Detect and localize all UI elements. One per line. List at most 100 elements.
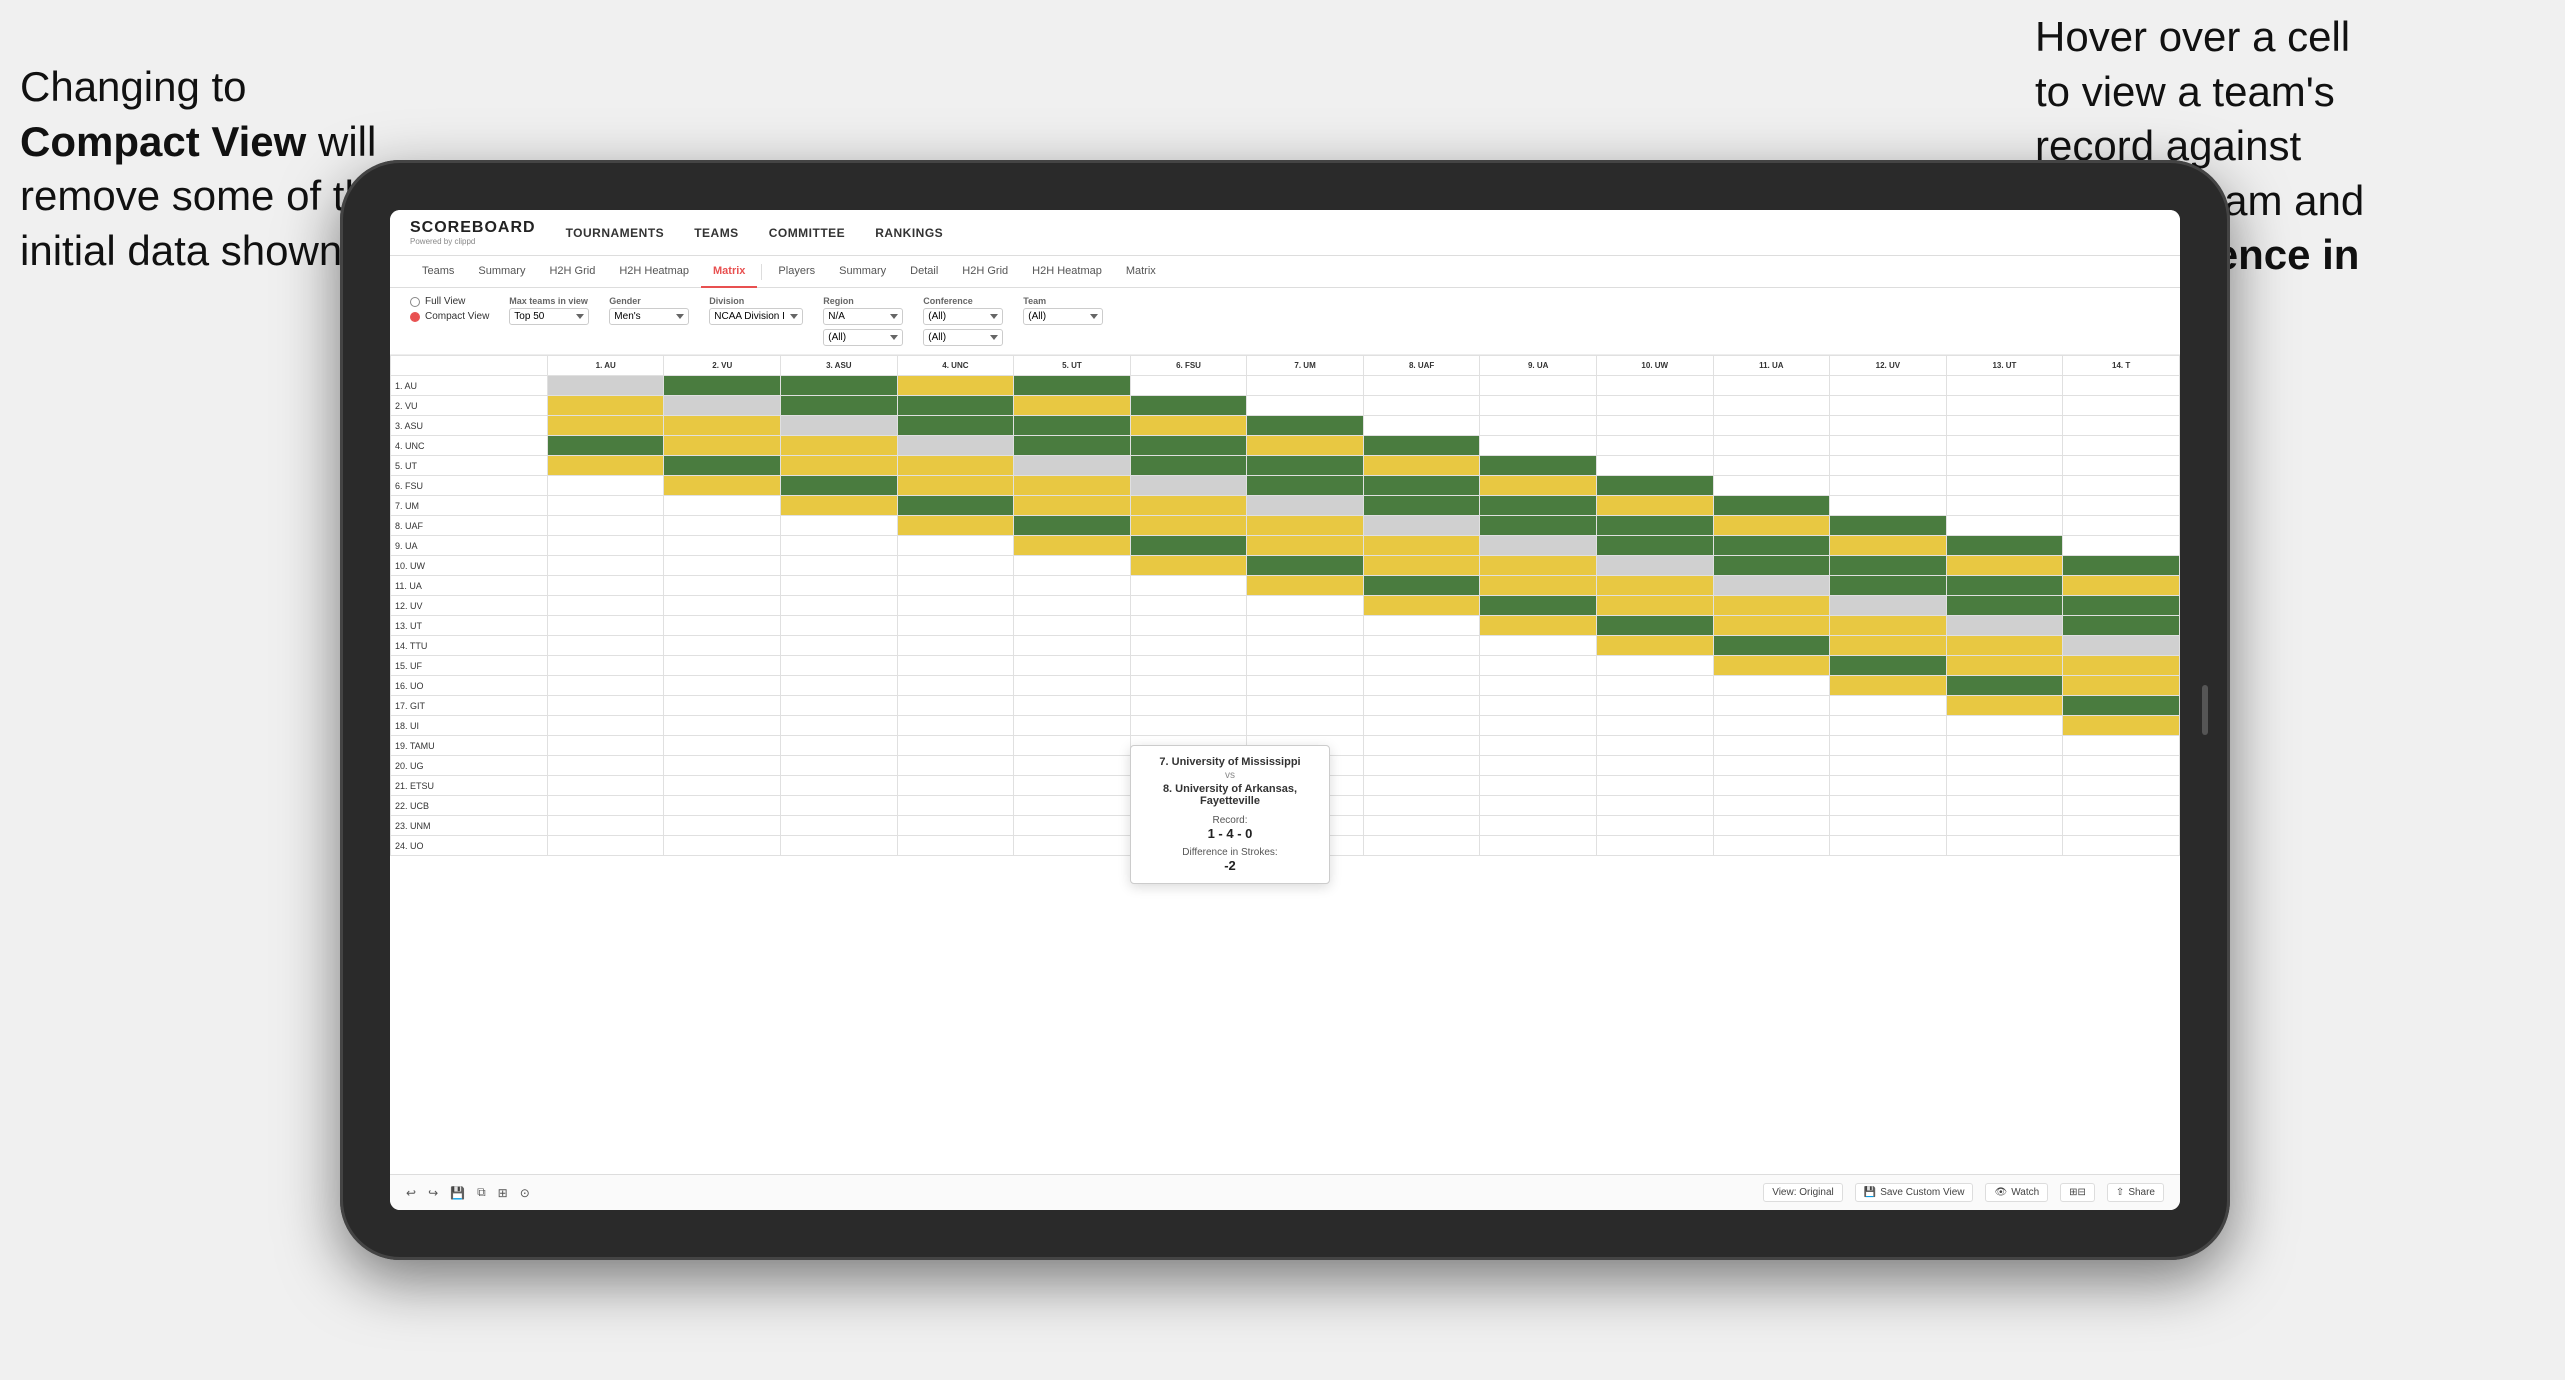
matrix-cell[interactable] [1946, 676, 2063, 696]
matrix-cell[interactable] [1014, 516, 1131, 536]
matrix-cell[interactable] [897, 576, 1014, 596]
matrix-cell[interactable] [1946, 456, 2063, 476]
matrix-cell[interactable] [664, 796, 781, 816]
matrix-cell[interactable] [1247, 436, 1364, 456]
matrix-cell[interactable] [2063, 716, 2180, 736]
matrix-cell[interactable] [1130, 696, 1247, 716]
matrix-cell[interactable] [664, 436, 781, 456]
matrix-cell[interactable] [781, 436, 898, 456]
matrix-cell[interactable] [1480, 476, 1597, 496]
matrix-cell[interactable] [664, 376, 781, 396]
matrix-cell[interactable] [1946, 776, 2063, 796]
matrix-cell[interactable] [1713, 496, 1830, 516]
matrix-cell[interactable] [1130, 716, 1247, 736]
matrix-cell[interactable] [1830, 656, 1947, 676]
matrix-cell[interactable] [897, 696, 1014, 716]
matrix-cell[interactable] [1130, 456, 1247, 476]
matrix-cell[interactable] [1363, 636, 1480, 656]
matrix-cell[interactable] [664, 456, 781, 476]
matrix-cell[interactable] [1014, 416, 1131, 436]
matrix-cell[interactable] [547, 696, 664, 716]
matrix-cell[interactable] [1830, 516, 1947, 536]
nav-tournaments[interactable]: TOURNAMENTS [566, 222, 665, 244]
matrix-cell[interactable] [547, 776, 664, 796]
matrix-cell[interactable] [1596, 736, 1713, 756]
matrix-cell[interactable] [1713, 516, 1830, 536]
matrix-cell[interactable] [1363, 756, 1480, 776]
matrix-cell[interactable] [1713, 536, 1830, 556]
matrix-cell[interactable] [1014, 456, 1131, 476]
matrix-cell[interactable] [1247, 596, 1364, 616]
matrix-cell[interactable] [1596, 556, 1713, 576]
matrix-cell[interactable] [1596, 576, 1713, 596]
matrix-cell[interactable] [1014, 816, 1131, 836]
conference-select2[interactable]: (All) [923, 329, 1003, 346]
matrix-cell[interactable] [2063, 516, 2180, 536]
matrix-cell[interactable] [547, 496, 664, 516]
matrix-cell[interactable] [1130, 376, 1247, 396]
matrix-cell[interactable] [1480, 576, 1597, 596]
sub-nav-players-h2h-grid[interactable]: H2H Grid [950, 256, 1020, 288]
division-select[interactable]: NCAA Division I [709, 308, 803, 325]
matrix-cell[interactable] [1596, 596, 1713, 616]
matrix-cell[interactable] [897, 436, 1014, 456]
matrix-cell[interactable] [547, 796, 664, 816]
matrix-cell[interactable] [1830, 776, 1947, 796]
matrix-cell[interactable] [897, 456, 1014, 476]
matrix-cell[interactable] [1830, 556, 1947, 576]
matrix-cell[interactable] [1713, 656, 1830, 676]
matrix-cell[interactable] [2063, 636, 2180, 656]
matrix-cell[interactable] [1830, 676, 1947, 696]
matrix-cell[interactable] [1247, 416, 1364, 436]
matrix-cell[interactable] [664, 716, 781, 736]
region-select[interactable]: N/A (All) [823, 308, 903, 325]
matrix-cell[interactable] [547, 636, 664, 656]
matrix-cell[interactable] [781, 636, 898, 656]
matrix-cell[interactable] [1247, 476, 1364, 496]
matrix-cell[interactable] [2063, 736, 2180, 756]
matrix-cell[interactable] [1363, 456, 1480, 476]
matrix-cell[interactable] [1363, 476, 1480, 496]
matrix-cell[interactable] [781, 796, 898, 816]
matrix-cell[interactable] [2063, 696, 2180, 716]
matrix-cell[interactable] [547, 536, 664, 556]
matrix-cell[interactable] [1596, 456, 1713, 476]
sub-nav-h2h-grid[interactable]: H2H Grid [537, 256, 607, 288]
matrix-cell[interactable] [547, 476, 664, 496]
matrix-cell[interactable] [1247, 376, 1364, 396]
matrix-cell[interactable] [897, 476, 1014, 496]
matrix-cell[interactable] [1130, 536, 1247, 556]
matrix-cell[interactable] [1946, 796, 2063, 816]
matrix-cell[interactable] [1713, 416, 1830, 436]
matrix-cell[interactable] [547, 596, 664, 616]
matrix-cell[interactable] [1247, 516, 1364, 536]
matrix-cell[interactable] [1946, 756, 2063, 776]
matrix-cell[interactable] [1596, 776, 1713, 796]
matrix-cell[interactable] [1596, 796, 1713, 816]
matrix-cell[interactable] [1596, 816, 1713, 836]
matrix-cell[interactable] [2063, 376, 2180, 396]
matrix-cell[interactable] [1363, 736, 1480, 756]
matrix-cell[interactable] [1247, 456, 1364, 476]
matrix-cell[interactable] [547, 676, 664, 696]
matrix-cell[interactable] [1014, 716, 1131, 736]
matrix-cell[interactable] [1946, 416, 2063, 436]
matrix-cell[interactable] [781, 376, 898, 396]
sub-nav-summary[interactable]: Summary [466, 256, 537, 288]
matrix-cell[interactable] [1480, 496, 1597, 516]
sub-nav-teams[interactable]: Teams [410, 256, 466, 288]
matrix-cell[interactable] [1946, 376, 2063, 396]
matrix-cell[interactable] [781, 516, 898, 536]
matrix-cell[interactable] [1480, 696, 1597, 716]
matrix-cell[interactable] [1363, 796, 1480, 816]
matrix-cell[interactable] [1130, 676, 1247, 696]
matrix-cell[interactable] [1363, 416, 1480, 436]
matrix-cell[interactable] [547, 376, 664, 396]
matrix-cell[interactable] [1014, 736, 1131, 756]
matrix-cell[interactable] [781, 396, 898, 416]
matrix-cell[interactable] [1946, 436, 2063, 456]
matrix-cell[interactable] [1014, 576, 1131, 596]
share-btn[interactable]: ⇧ Share [2107, 1183, 2164, 1202]
matrix-cell[interactable] [781, 476, 898, 496]
matrix-cell[interactable] [1130, 596, 1247, 616]
